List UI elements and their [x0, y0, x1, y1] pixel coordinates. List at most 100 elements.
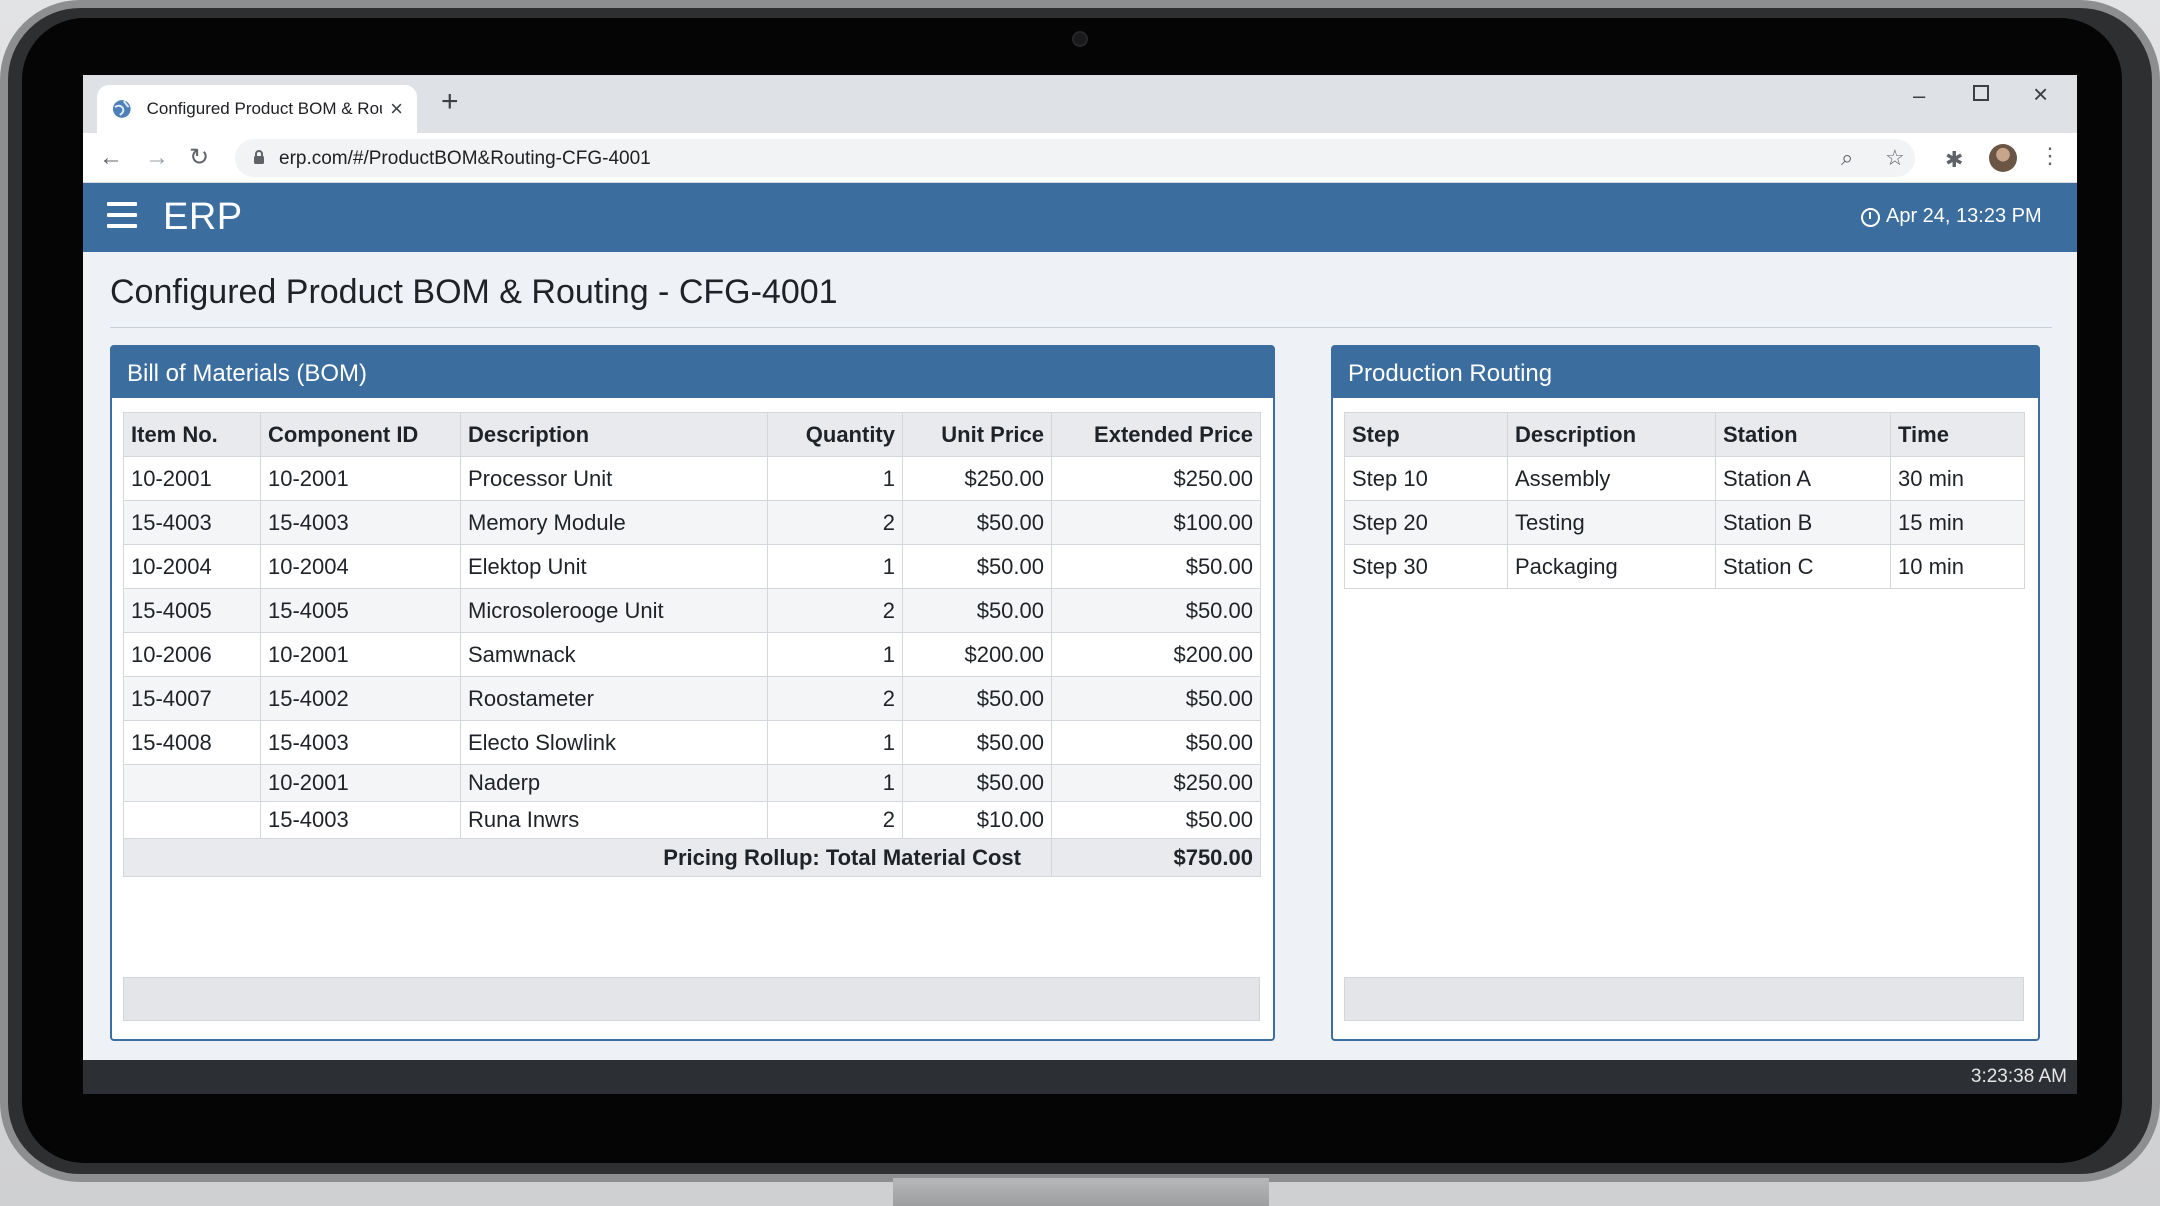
globe-icon: [112, 100, 131, 118]
table-row[interactable]: Step 10 Assembly Station A 30 min: [1344, 456, 2025, 501]
table-row[interactable]: Step 20 Testing Station B 15 min: [1344, 500, 2025, 545]
window-close-icon[interactable]: ×: [2033, 79, 2048, 110]
column-header[interactable]: Extended Price: [1051, 412, 1261, 457]
quantity-cell: 2: [767, 801, 903, 839]
item-no-cell: [123, 801, 261, 839]
column-header[interactable]: Time: [1890, 412, 2025, 457]
minimize-icon[interactable]: –: [1913, 83, 1925, 109]
column-header[interactable]: Item No.: [123, 412, 261, 457]
component-id-cell: 10-2001: [260, 764, 461, 802]
taskbar: 3:23:38 AM: [83, 1060, 2077, 1094]
clock-icon: [1861, 208, 1880, 227]
station-cell: Station C: [1715, 544, 1891, 589]
unit-price-cell: $250.00: [902, 456, 1052, 501]
url-field[interactable]: erp.com/#/ProductBOM&Routing-CFG-4001 ⌕ …: [235, 139, 1915, 177]
maximize-icon[interactable]: [1973, 85, 1989, 101]
step-cell: Step 10: [1344, 456, 1508, 501]
extended-price-cell: $100.00: [1051, 500, 1261, 545]
table-row[interactable]: 15-4007 15-4002 Roostameter 2 $50.00 $50…: [123, 676, 1261, 721]
component-id-cell: 15-4005: [260, 588, 461, 633]
description-cell: Testing: [1507, 500, 1716, 545]
bom-table: Item No. Component ID Description Quanti…: [123, 412, 1261, 877]
description-cell: Packaging: [1507, 544, 1716, 589]
item-no-cell: 15-4007: [123, 676, 261, 721]
column-header[interactable]: Station: [1715, 412, 1891, 457]
screen: Configured Product BOM & Routing - CFG-4…: [83, 75, 2077, 1094]
monitor-scene: Configured Product BOM & Routing - CFG-4…: [0, 0, 2160, 1206]
table-row[interactable]: 15-4003 Runa Inwrs 2 $10.00 $50.00: [123, 801, 1261, 839]
item-no-cell: [123, 764, 261, 802]
description-cell: Runa Inwrs: [460, 801, 768, 839]
station-cell: Station A: [1715, 456, 1891, 501]
zoom-icon[interactable]: ⌕: [1841, 145, 1853, 171]
menu-icon[interactable]: [107, 202, 137, 228]
table-row[interactable]: 15-4003 15-4003 Memory Module 2 $50.00 $…: [123, 500, 1261, 545]
time-cell: 30 min: [1890, 456, 2025, 501]
table-row[interactable]: 10-2006 10-2001 Samwnack 1 $200.00 $200.…: [123, 632, 1261, 677]
app-title: ERP: [163, 196, 243, 238]
column-header[interactable]: Description: [1507, 412, 1716, 457]
tab-strip: Configured Product BOM & Routing - CFG-4…: [83, 75, 2077, 133]
unit-price-cell: $50.00: [902, 588, 1052, 633]
column-header[interactable]: Quantity: [767, 412, 903, 457]
unit-price-cell: $50.00: [902, 500, 1052, 545]
rollup-total: $750.00: [1051, 838, 1261, 877]
page-title: Configured Product BOM & Routing - CFG-4…: [110, 273, 838, 311]
bom-panel: Bill of Materials (BOM) Item No. Compone…: [110, 345, 1275, 1041]
extensions-icon[interactable]: ✱: [1945, 147, 1963, 173]
table-row[interactable]: 10-2001 10-2001 Processor Unit 1 $250.00…: [123, 456, 1261, 501]
component-id-cell: 10-2001: [260, 632, 461, 677]
star-icon[interactable]: ☆: [1885, 145, 1905, 171]
description-cell: Memory Module: [460, 500, 768, 545]
address-bar: ← → ↻ erp.com/#/ProductBOM&Routing-CFG-4…: [83, 133, 2077, 183]
extended-price-cell: $200.00: [1051, 632, 1261, 677]
description-cell: Assembly: [1507, 456, 1716, 501]
component-id-cell: 15-4003: [260, 500, 461, 545]
close-icon[interactable]: ×: [390, 98, 403, 120]
forward-icon[interactable]: →: [145, 143, 169, 173]
pricing-rollup-row: Pricing Rollup: Total Material Cost $750…: [123, 838, 1261, 877]
extended-price-cell: $250.00: [1051, 764, 1261, 802]
reload-icon[interactable]: ↻: [189, 143, 209, 173]
description-cell: Naderp: [460, 764, 768, 802]
component-id-cell: 10-2004: [260, 544, 461, 589]
extended-price-cell: $50.00: [1051, 720, 1261, 765]
bom-panel-footer: [123, 977, 1260, 1021]
description-cell: Electo Slowlink: [460, 720, 768, 765]
extended-price-cell: $50.00: [1051, 588, 1261, 633]
component-id-cell: 15-4003: [260, 801, 461, 839]
table-row[interactable]: 15-4005 15-4005 Microsolerooge Unit 2 $5…: [123, 588, 1261, 633]
routing-panel: Production Routing Step Description Stat…: [1331, 345, 2040, 1041]
bom-header-row: Item No. Component ID Description Quanti…: [123, 412, 1261, 457]
column-header[interactable]: Step: [1344, 412, 1508, 457]
quantity-cell: 1: [767, 720, 903, 765]
time-cell: 10 min: [1890, 544, 2025, 589]
avatar[interactable]: [1989, 144, 2017, 172]
column-header[interactable]: Description: [460, 412, 768, 457]
column-header[interactable]: Component ID: [260, 412, 461, 457]
description-cell: Processor Unit: [460, 456, 768, 501]
quantity-cell: 2: [767, 500, 903, 545]
app-header: ERP Apr 24, 13:23 PM: [83, 183, 2077, 252]
routing-panel-title: Production Routing: [1333, 347, 2038, 398]
extended-price-cell: $50.00: [1051, 676, 1261, 721]
component-id-cell: 15-4002: [260, 676, 461, 721]
step-cell: Step 20: [1344, 500, 1508, 545]
column-header[interactable]: Unit Price: [902, 412, 1052, 457]
title-divider: [110, 327, 2052, 328]
more-menu-icon[interactable]: ⋮: [2039, 143, 2061, 169]
extended-price-cell: $50.00: [1051, 544, 1261, 589]
browser-tab[interactable]: Configured Product BOM & Routing - CFG-4…: [97, 85, 417, 133]
back-icon[interactable]: ←: [99, 143, 123, 173]
extended-price-cell: $50.00: [1051, 801, 1261, 839]
quantity-cell: 2: [767, 676, 903, 721]
quantity-cell: 1: [767, 544, 903, 589]
description-cell: Samwnack: [460, 632, 768, 677]
plus-icon[interactable]: +: [441, 87, 459, 117]
table-row[interactable]: 10-2001 Naderp 1 $50.00 $250.00: [123, 764, 1261, 802]
quantity-cell: 1: [767, 632, 903, 677]
table-row[interactable]: Step 30 Packaging Station C 10 min: [1344, 544, 2025, 589]
quantity-cell: 1: [767, 764, 903, 802]
table-row[interactable]: 10-2004 10-2004 Elektop Unit 1 $50.00 $5…: [123, 544, 1261, 589]
table-row[interactable]: 15-4008 15-4003 Electo Slowlink 1 $50.00…: [123, 720, 1261, 765]
